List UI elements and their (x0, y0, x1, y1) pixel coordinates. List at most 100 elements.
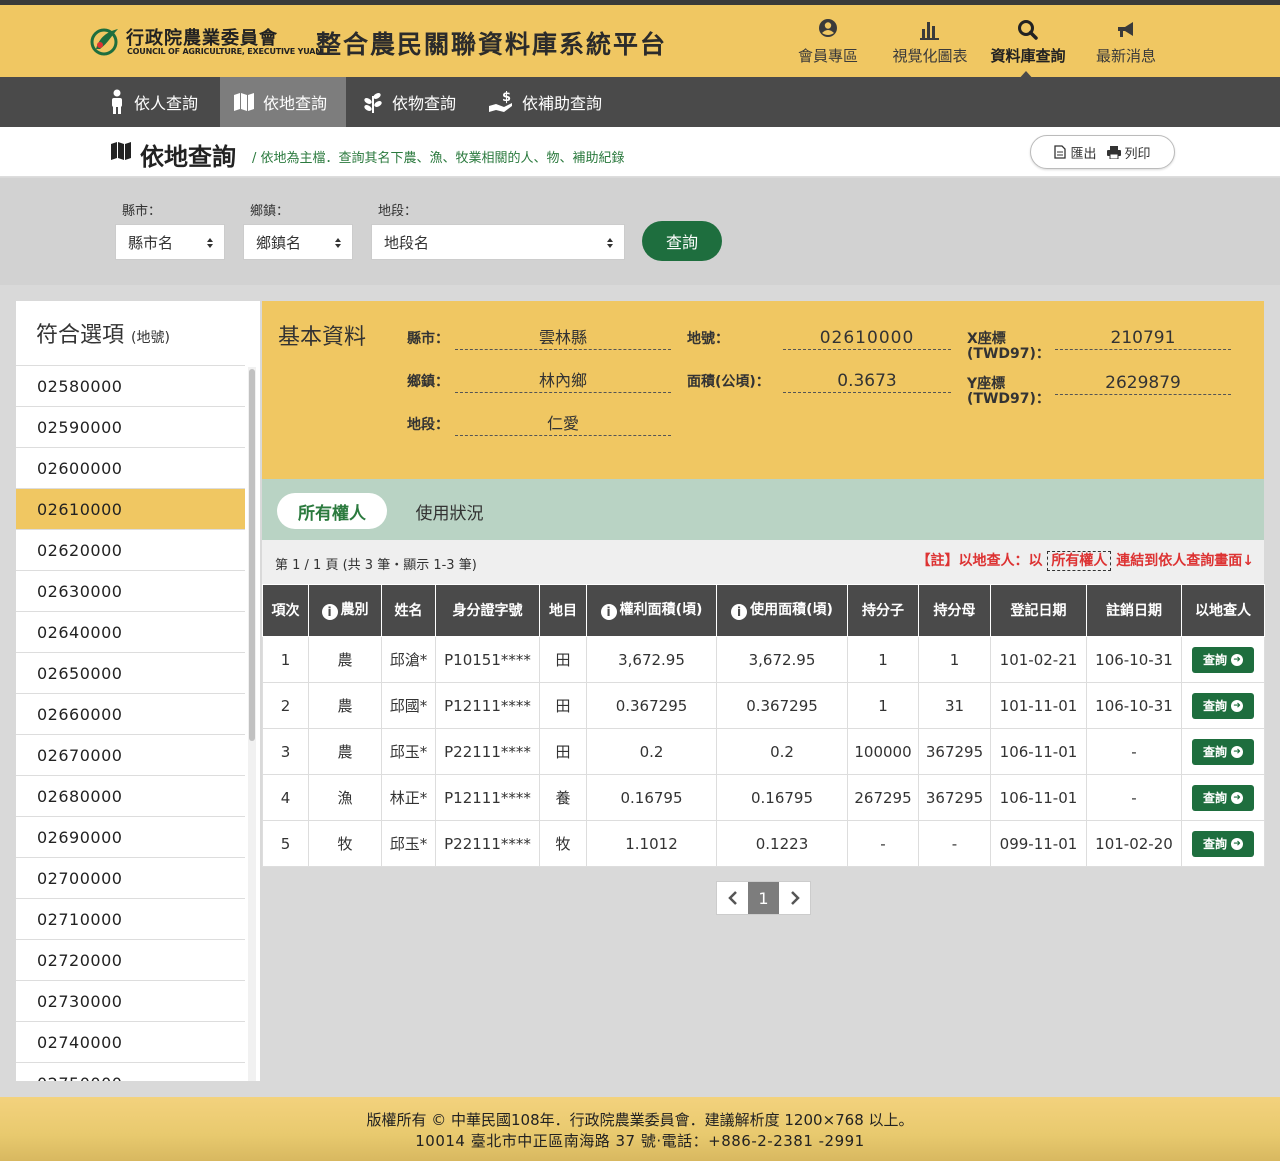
subnav-object-label: 依物查詢 (392, 94, 457, 113)
lot-list-item[interactable]: 02590000 (16, 406, 245, 447)
th-use-area[interactable]: i 使用面積(頃) (716, 584, 848, 637)
lot-list-item[interactable]: 02650000 (16, 652, 245, 693)
map-icon (111, 142, 131, 160)
lot-list-item[interactable]: 02740000 (16, 1021, 245, 1062)
cell-right-area: 0.16795 (586, 774, 717, 821)
subnav-subsidy[interactable]: $ 依補助查詢 (478, 77, 612, 127)
lot-list-item[interactable]: 02620000 (16, 529, 245, 570)
cell-num: - (847, 820, 919, 867)
subnav-land[interactable]: 依地查詢 (220, 77, 346, 127)
cell-no: 1 (262, 636, 309, 683)
row-query-button[interactable]: 查詢 ➜ (1192, 784, 1254, 811)
row-query-label: 查詢 (1202, 652, 1227, 667)
lot-list-item[interactable]: 02730000 (16, 980, 245, 1021)
plant-icon (364, 93, 382, 113)
row-query-label: 查詢 (1202, 790, 1227, 805)
export-button[interactable]: 匯出 (1054, 143, 1097, 162)
tab-owners[interactable]: 所有權人 (277, 493, 387, 529)
cell-reg: 106-11-01 (990, 728, 1087, 775)
th-right-area-label: 權利面積(頃) (619, 601, 703, 618)
county-select-value: 縣市名 (128, 233, 174, 252)
footer: 版權所有 © 中華民國108年．行政院農業委員會．建議解析度 1200×768 … (0, 1097, 1280, 1161)
cell-land: 田 (539, 682, 587, 729)
lot-list-item[interactable]: 02660000 (16, 693, 245, 734)
cell-use-area: 0.16795 (716, 774, 848, 821)
next-page-button[interactable] (779, 882, 810, 914)
topnav-database-label: 資料庫查詢 (990, 47, 1066, 65)
cell-reg: 106-11-01 (990, 774, 1087, 821)
township-select[interactable]: 鄉鎮名 (243, 224, 353, 260)
section-select-value: 地段名 (384, 233, 430, 252)
cell-den: 367295 (918, 728, 991, 775)
township-select-value: 鄉鎮名 (256, 233, 302, 252)
print-button[interactable]: 列印 (1106, 143, 1151, 162)
info-icon: i (321, 603, 338, 620)
lot-list-item[interactable]: 02690000 (16, 816, 245, 857)
th-right-area[interactable]: i 權利面積(頃) (586, 584, 717, 637)
subnav-person[interactable]: 依人查詢 (96, 77, 210, 127)
basic-county-label: 縣市： (407, 331, 449, 347)
down-arrow-icon: ↓ (1242, 553, 1254, 569)
lot-list-item[interactable]: 02750000 (16, 1062, 245, 1081)
cell-right-area: 0.2 (586, 728, 717, 775)
lot-list-scroll-thumb[interactable] (249, 369, 255, 741)
cell-cancel: 101-02-20 (1086, 820, 1182, 867)
row-query-label: 查詢 (1202, 744, 1227, 759)
prev-page-button[interactable] (717, 882, 748, 914)
topnav-news[interactable]: 最新消息 (1088, 13, 1164, 77)
basic-township-value: 林內鄉 (455, 371, 671, 393)
subnav-object[interactable]: 依物查詢 (352, 77, 466, 127)
owners-table: 項次 i 農別 姓名 身分證字號 地目 i 權利面積(頃) i 使用面積(頃) 持分子… (262, 584, 1265, 867)
lot-list-item[interactable]: 02610000 (16, 488, 245, 529)
row-query-button[interactable]: 查詢 ➜ (1192, 692, 1254, 719)
lot-list: 02580000 02590000 02600000 02610000 02620000… (16, 365, 245, 1081)
table-row: 5 牧邱玉* P22111**** 牧 1.1012 0.1223- -099-11-01 1… (262, 820, 1265, 867)
cell-reg: 101-02-21 (990, 636, 1087, 683)
th-use-area-label: 使用面積(頃) (750, 601, 833, 618)
row-query-button[interactable]: 查詢 ➜ (1192, 646, 1254, 673)
topnav-database[interactable]: 資料庫查詢 (982, 13, 1074, 77)
cell-use-area: 3,672.95 (716, 636, 848, 683)
lot-list-item[interactable]: 02580000 (16, 365, 245, 406)
result-tabs: 所有權人 使用狀況 (262, 479, 1264, 540)
cell-name: 邱玉* (381, 820, 436, 867)
basic-area-value: 0.3673 (783, 371, 951, 393)
lot-list-item[interactable]: 02640000 (16, 611, 245, 652)
lot-list-item[interactable]: 02630000 (16, 570, 245, 611)
printer-icon (1106, 145, 1121, 159)
cell-type: 漁 (308, 774, 382, 821)
topnav-member[interactable]: 會員專區 (790, 13, 866, 77)
cell-type: 牧 (308, 820, 382, 867)
lot-list-item[interactable]: 02720000 (16, 939, 245, 980)
owners-table-body: 1 農邱滄* P10151**** 田 3,672.95 3,672.95 1 1 101-02… (262, 636, 1265, 867)
document-icon (1054, 145, 1067, 159)
basic-x-label: X座標 (TWD97)： (967, 332, 1050, 362)
county-select[interactable]: 縣市名 (115, 224, 225, 260)
cell-use-area: 0.2 (716, 728, 848, 775)
row-query-button[interactable]: 查詢 ➜ (1192, 830, 1254, 857)
lot-list-item[interactable]: 02670000 (16, 734, 245, 775)
cell-den: - (918, 820, 991, 867)
export-label: 匯出 (1070, 146, 1097, 162)
row-query-button[interactable]: 查詢 ➜ (1192, 738, 1254, 765)
cell-action: 查詢 ➜ (1181, 728, 1265, 775)
th-type[interactable]: i 農別 (308, 584, 382, 637)
section-select[interactable]: 地段名 (371, 224, 625, 260)
query-button[interactable]: 查詢 (642, 221, 722, 261)
page-number[interactable]: 1 (748, 882, 779, 914)
info-icon: i (600, 603, 617, 620)
lot-list-item[interactable]: 02700000 (16, 857, 245, 898)
lot-list-item[interactable]: 02710000 (16, 898, 245, 939)
search-icon (1018, 20, 1038, 40)
basic-info-panel: 基本資料 縣市： 雲林縣 鄉鎮： 林內鄉 地段： 仁愛 地號： 02610000… (262, 301, 1264, 479)
lot-list-item[interactable]: 02600000 (16, 447, 245, 488)
cell-no: 5 (262, 820, 309, 867)
cell-id: P22111**** (435, 820, 540, 867)
cell-land: 養 (539, 774, 587, 821)
tab-usage[interactable]: 使用狀況 (402, 493, 497, 529)
cell-name: 邱滄* (381, 636, 436, 683)
topnav-charts[interactable]: 視覺化圖表 (884, 13, 976, 77)
lot-list-item[interactable]: 02680000 (16, 775, 245, 816)
basic-x-label-2: (TWD97)： (967, 346, 1050, 362)
cell-action: 查詢 ➜ (1181, 774, 1265, 821)
